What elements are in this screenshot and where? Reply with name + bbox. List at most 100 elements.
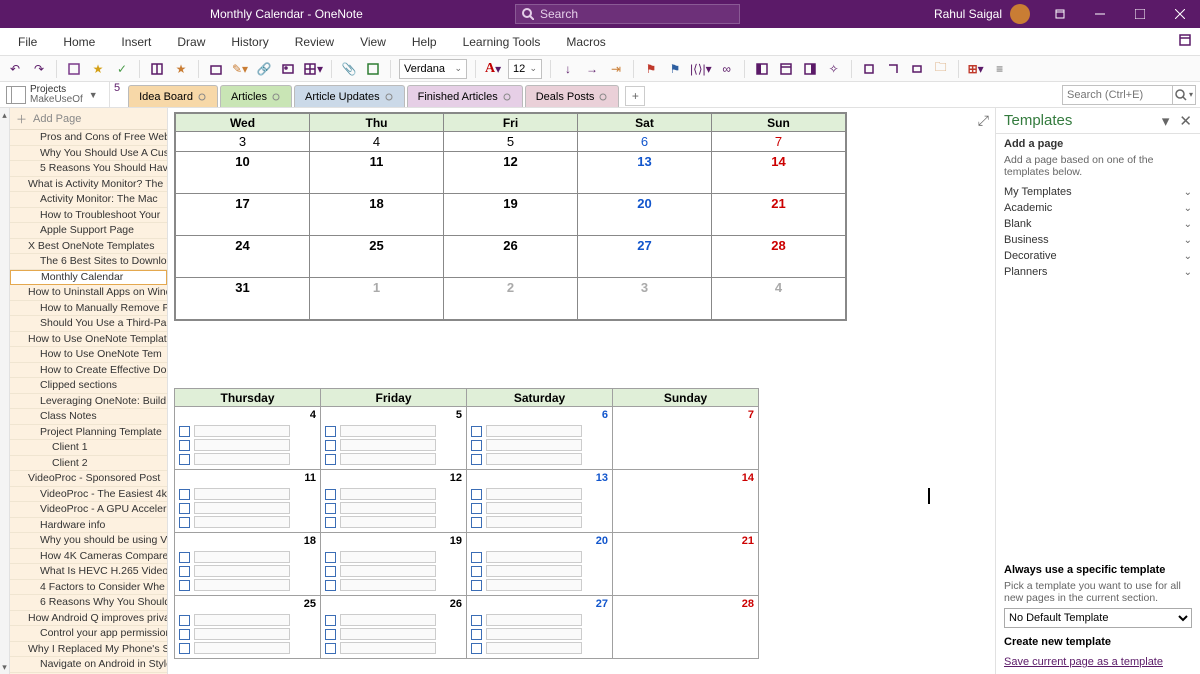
page-item[interactable]: Hardware info bbox=[10, 518, 167, 534]
page-item[interactable]: Why You Should Use A Custo bbox=[10, 146, 167, 162]
todo-tag-button[interactable] bbox=[65, 60, 83, 78]
page-item[interactable]: Navigate on Android in Style bbox=[10, 657, 167, 673]
highlight-button[interactable]: ✎▾ bbox=[231, 60, 249, 78]
misc-1-button[interactable] bbox=[860, 60, 878, 78]
checkbox-icon[interactable] bbox=[179, 517, 190, 528]
checkbox-icon[interactable] bbox=[179, 615, 190, 626]
checkbox-icon[interactable] bbox=[325, 643, 336, 654]
tag-h-button[interactable]: |⟨⟩|▾ bbox=[690, 60, 712, 78]
indent-button[interactable]: → bbox=[583, 60, 601, 78]
tab-finished-articles[interactable]: Finished Articles bbox=[407, 85, 523, 107]
checkbox-icon[interactable] bbox=[325, 580, 336, 591]
checkbox-icon[interactable] bbox=[471, 426, 482, 437]
page-item[interactable]: Project Planning Template bbox=[10, 425, 167, 441]
link-button[interactable]: 🔗 bbox=[255, 60, 273, 78]
checkbox-icon[interactable] bbox=[179, 454, 190, 465]
dock-1-button[interactable] bbox=[753, 60, 771, 78]
checkbox-icon[interactable] bbox=[179, 440, 190, 451]
checkbox-icon[interactable] bbox=[179, 552, 190, 563]
default-template-select[interactable]: No Default Template bbox=[1004, 608, 1192, 628]
checkbox-icon[interactable] bbox=[471, 629, 482, 640]
checkbox-icon[interactable] bbox=[325, 629, 336, 640]
dock-2-button[interactable] bbox=[777, 60, 795, 78]
page-item[interactable]: 5 Reasons You Should Have R bbox=[10, 161, 167, 177]
menu-insert[interactable]: Insert bbox=[111, 31, 161, 53]
expand-icon[interactable]: ⤢ bbox=[978, 112, 989, 129]
ribbon-mode-button[interactable] bbox=[1040, 0, 1080, 28]
checkbox-icon[interactable] bbox=[325, 552, 336, 563]
table-button[interactable]: ▾ bbox=[303, 60, 323, 78]
tab-deals-posts[interactable]: Deals Posts bbox=[525, 85, 620, 107]
infinity-button[interactable]: ∞ bbox=[718, 60, 736, 78]
font-size-select[interactable]: 12⌄ bbox=[508, 59, 542, 79]
checkbox-icon[interactable] bbox=[179, 629, 190, 640]
menu-file[interactable]: File bbox=[8, 31, 47, 53]
page-item[interactable]: Activity Monitor: The Mac bbox=[10, 192, 167, 208]
menu-history[interactable]: History bbox=[221, 31, 278, 53]
page-item[interactable]: What is Activity Monitor? The Ma bbox=[10, 177, 167, 193]
add-section-button[interactable]: + bbox=[625, 86, 645, 106]
favorites-button[interactable]: ★ bbox=[172, 60, 190, 78]
menu-home[interactable]: Home bbox=[53, 31, 105, 53]
page-canvas[interactable]: ⤢ WedThuFriSatSun34567101112131417181920… bbox=[168, 108, 995, 674]
notebook-selector[interactable]: ProjectsMakeUseOf ▼ bbox=[0, 82, 110, 107]
page-item[interactable]: Client 2 bbox=[10, 456, 167, 472]
page-item[interactable]: How to Manually Remove Pro bbox=[10, 301, 167, 317]
page-item[interactable]: Class Notes bbox=[10, 409, 167, 425]
font-color-button[interactable]: A▾ bbox=[484, 60, 502, 78]
menu-view[interactable]: View bbox=[350, 31, 396, 53]
page-item[interactable]: Monthly Calendar bbox=[10, 270, 167, 286]
spreadsheet-button[interactable] bbox=[364, 60, 382, 78]
checkbox-icon[interactable] bbox=[325, 566, 336, 577]
menu-review[interactable]: Review bbox=[285, 31, 344, 53]
misc-2-button[interactable] bbox=[884, 60, 902, 78]
page-item[interactable]: The 6 Best Sites to Download bbox=[10, 254, 167, 270]
checkbox-icon[interactable] bbox=[325, 615, 336, 626]
minimize-button[interactable] bbox=[1080, 0, 1120, 28]
page-item[interactable]: 6 Reasons Why You Should bbox=[10, 595, 167, 611]
check-button[interactable]: ✓ bbox=[113, 60, 131, 78]
pin-button[interactable]: ✧ bbox=[825, 60, 843, 78]
checkbox-icon[interactable] bbox=[179, 426, 190, 437]
important-tag-button[interactable]: ★ bbox=[89, 60, 107, 78]
checkbox-icon[interactable] bbox=[471, 552, 482, 563]
flag-blue-button[interactable]: ⚑ bbox=[666, 60, 684, 78]
page-item[interactable]: How 4K Cameras Compare bbox=[10, 549, 167, 565]
page-item[interactable]: How to Create Effective Do bbox=[10, 363, 167, 379]
close-button[interactable] bbox=[1160, 0, 1200, 28]
tab-articles[interactable]: Articles bbox=[220, 85, 292, 107]
checkbox-icon[interactable] bbox=[179, 489, 190, 500]
page-list-collapse[interactable]: ▴▾ bbox=[0, 108, 10, 674]
checkbox-icon[interactable] bbox=[471, 503, 482, 514]
page-item[interactable]: VideoProc - Sponsored Post bbox=[10, 471, 167, 487]
user-name[interactable]: Rahul Saigal bbox=[934, 7, 1002, 21]
undo-button[interactable]: ↶ bbox=[6, 60, 24, 78]
page-item[interactable]: Pros and Cons of Free Web H bbox=[10, 130, 167, 146]
page-item[interactable]: How to Use OneNote Tem bbox=[10, 347, 167, 363]
checkbox-icon[interactable] bbox=[471, 454, 482, 465]
page-item[interactable]: How Android Q improves privacy bbox=[10, 611, 167, 627]
tab-article-updates[interactable]: Article Updates bbox=[294, 85, 405, 107]
menu-help[interactable]: Help bbox=[402, 31, 447, 53]
page-item[interactable]: How to Troubleshoot Your bbox=[10, 208, 167, 224]
redo-button[interactable]: ↷ bbox=[30, 60, 48, 78]
checkbox-icon[interactable] bbox=[179, 503, 190, 514]
checkbox-icon[interactable] bbox=[325, 440, 336, 451]
maximize-button[interactable] bbox=[1120, 0, 1160, 28]
checkbox-icon[interactable] bbox=[179, 643, 190, 654]
arrow-button[interactable]: ↓ bbox=[559, 60, 577, 78]
checkbox-icon[interactable] bbox=[471, 566, 482, 577]
checkbox-icon[interactable] bbox=[471, 440, 482, 451]
page-item[interactable]: What Is HEVC H.265 Video, bbox=[10, 564, 167, 580]
tab-idea-board[interactable]: Idea Board bbox=[128, 85, 218, 107]
page-item[interactable]: VideoProc - The Easiest 4k bbox=[10, 487, 167, 503]
avatar[interactable] bbox=[1010, 4, 1030, 24]
page-item[interactable]: X Best OneNote Templates bbox=[10, 239, 167, 255]
page-item[interactable]: Apple Support Page bbox=[10, 223, 167, 239]
dock-3-button[interactable] bbox=[801, 60, 819, 78]
checkbox-icon[interactable] bbox=[325, 426, 336, 437]
checkbox-icon[interactable] bbox=[325, 517, 336, 528]
checkbox-icon[interactable] bbox=[179, 580, 190, 591]
attach-button[interactable]: 📎 bbox=[340, 60, 358, 78]
page-item[interactable]: Client 1 bbox=[10, 440, 167, 456]
